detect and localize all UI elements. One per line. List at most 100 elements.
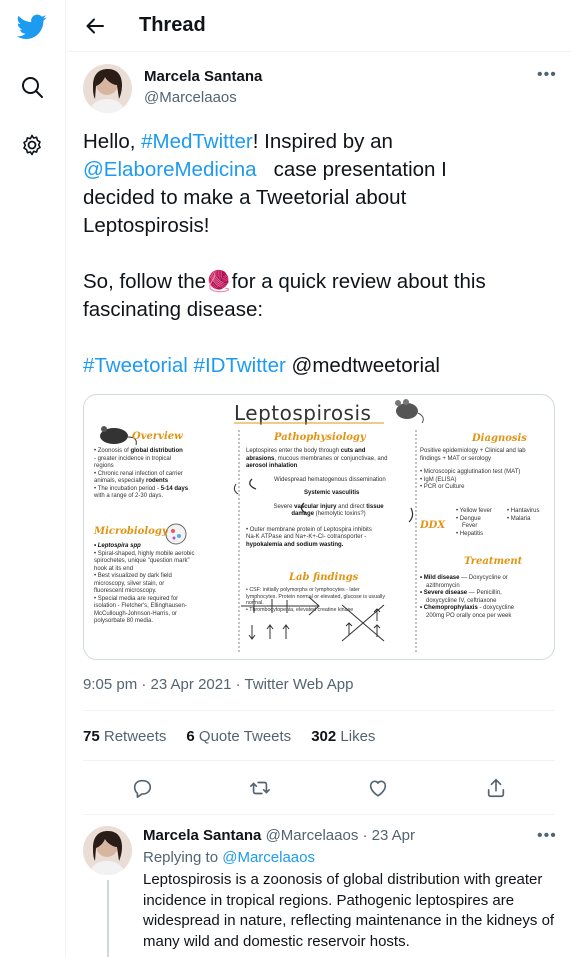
text-line: • Dengue: [456, 515, 481, 522]
text-line: doxycycline IV, ceftriaxone: [426, 597, 497, 604]
text-span: • Mild disease: [420, 575, 460, 581]
text-line: • Best visualized by dark field: [94, 573, 172, 579]
text-span: aerosol inhalation: [246, 463, 298, 469]
thread-column: Thread Marcela Santana @Marcelaaos ••• H…: [67, 0, 571, 957]
text-span: ! Inspired by an: [252, 130, 393, 153]
microbiology-heading: Microbiology: [94, 526, 168, 537]
reply-header: Marcela Santana @Marcelaaos · 23 Apr: [143, 827, 415, 844]
text-line: McCullough-Johnson-Harris, or: [94, 610, 178, 617]
retweet-icon[interactable]: [247, 775, 273, 801]
text-line: - greater incidence in tropical: [94, 455, 172, 462]
text-span: , mucous membranes or conjunctivae, and: [274, 455, 388, 462]
retweets-stat[interactable]: 75 Retweets: [83, 728, 166, 745]
text-line: decided to make a Tweetorial about: [83, 186, 407, 209]
text-line: regions: [94, 463, 114, 469]
text-line: microscopy, silver stain, or: [94, 580, 165, 587]
reply-icon[interactable]: [129, 775, 155, 801]
hashtag-idtwitter[interactable]: #IDTwitter: [194, 354, 286, 377]
divider: [83, 710, 555, 711]
text-span: abrasions: [246, 455, 275, 462]
settings-icon[interactable]: [17, 130, 47, 160]
text-line: Na-K ATPase and Na+-K+-Cl- cotransporter…: [246, 534, 367, 540]
tweet-stats: 75 Retweets 6 Quote Tweets 302 Likes: [83, 728, 375, 745]
back-arrow-icon[interactable]: [81, 12, 109, 40]
share-icon[interactable]: [483, 775, 509, 801]
lab-findings-text: • CSF: initially polymorphs or lymphocyt…: [246, 587, 414, 613]
treatment-text: • Mild disease — Doxycycline or azithrom…: [420, 575, 552, 620]
text-line: with a range of 2-30 days.: [94, 493, 164, 499]
text-line: isolation - Fletcher's, Ellinghausen-: [94, 603, 187, 609]
author-name[interactable]: Marcela Santana: [144, 68, 262, 85]
mention-medtweetorial[interactable]: @medtweetorial: [292, 354, 440, 377]
avatar[interactable]: [83, 64, 132, 113]
text-span: global distribution: [130, 448, 183, 454]
text-span: for a quick review about this: [231, 270, 486, 293]
reply-more-options-icon[interactable]: •••: [537, 827, 557, 845]
quote-tweets-stat[interactable]: 6 Quote Tweets: [186, 728, 291, 745]
text-span: rodents: [146, 478, 169, 484]
text-line: • IgM (ELISA): [420, 476, 457, 483]
text-line: Fever: [462, 523, 478, 529]
diagnosis-text: Positive epidemiology + Clinical and lab…: [420, 448, 552, 492]
divider: [83, 814, 555, 815]
text-line: • Chronic renal infection of carrier: [94, 470, 183, 477]
ddx-column-2: • Hantavirus • Malaria: [507, 508, 554, 523]
divider: [83, 760, 555, 761]
tweet-timestamp[interactable]: 9:05 pm · 23 Apr 2021 · Twitter Web App: [83, 676, 353, 693]
search-icon[interactable]: [17, 72, 47, 102]
twitter-logo-icon[interactable]: [17, 12, 47, 42]
author-handle[interactable]: @Marcelaaos: [144, 89, 237, 106]
nav-rail: [0, 0, 66, 957]
hashtag-tweetorial[interactable]: #Tweetorial: [83, 354, 188, 377]
text-span: • Zoonosis of: [94, 448, 131, 454]
quotes-count: 6: [186, 728, 195, 745]
text-span: • Chemoprophylaxis: [420, 605, 478, 611]
text-line: • Malaria: [507, 515, 531, 522]
text-line: • Special media are required for: [94, 595, 179, 602]
hashtag-medtwitter[interactable]: #MedTwitter: [141, 130, 253, 153]
more-options-icon[interactable]: •••: [537, 66, 557, 84]
text-line: • Spiral-shaped, highly mobile aerobic: [94, 550, 195, 557]
text-span: • Severe disease: [420, 590, 468, 596]
yarn-emoji: 🧶: [206, 270, 232, 293]
reply-avatar[interactable]: [83, 826, 132, 875]
ddx-heading: DDX: [420, 520, 446, 531]
text-span: — Doxycycline or: [459, 575, 508, 581]
diagnosis-heading: Diagnosis: [472, 433, 527, 444]
reply-author-name[interactable]: Marcela Santana: [143, 827, 261, 844]
replying-to-mention[interactable]: @Marcelaaos: [222, 849, 315, 866]
text-line: • Microscopic agglutination test (MAT): [420, 469, 521, 475]
likes-stat[interactable]: 302 Likes: [311, 728, 375, 745]
text-span: damage: [291, 511, 314, 517]
like-icon[interactable]: [365, 775, 391, 801]
retweets-label: Retweets: [103, 728, 167, 745]
text-line: 200mg PO orally once per week: [426, 612, 512, 619]
text-line: • Hepatitis: [456, 530, 484, 537]
likes-label: Likes: [340, 728, 376, 745]
infographic-image[interactable]: Leptospirosis Overview • Zoonosis of glo…: [83, 394, 555, 660]
text-span: and direct: [336, 503, 367, 510]
treatment-heading: Treatment: [464, 556, 523, 567]
text-line: • Outer membrane protein of Leptospira i…: [246, 526, 372, 533]
replying-to: Replying to @Marcelaaos: [143, 849, 315, 866]
text-span: (hemolytic toxins?): [314, 511, 366, 517]
text-span: animals, especially: [94, 478, 147, 484]
petri-dish-icon: [165, 523, 187, 545]
text-span: cuts and: [340, 448, 366, 454]
text-span: tissue: [366, 503, 384, 510]
reply-handle-date[interactable]: @Marcelaaos · 23 Apr: [266, 827, 415, 844]
text-line: hook at its end: [94, 565, 134, 572]
text-line: • PCR or Culture: [420, 484, 465, 490]
lab-findings-heading: Lab findings: [289, 572, 359, 583]
text-line: polysorbate 80 media.: [94, 618, 154, 624]
tweet-actions: [83, 770, 555, 806]
text-span: hypokalemia and sodium wasting.: [246, 541, 344, 548]
quotes-label: Quote Tweets: [198, 728, 292, 745]
mouse-icon: [100, 426, 137, 446]
text-span: • Leptospira spp: [94, 543, 141, 549]
text-line: spirochetes, unique "question mark": [94, 558, 190, 564]
text-line: • Hantavirus: [507, 508, 540, 514]
text-line: azithromycin: [426, 582, 460, 589]
mention-elaboremedicina[interactable]: @ElaboreMedicina: [83, 158, 257, 181]
